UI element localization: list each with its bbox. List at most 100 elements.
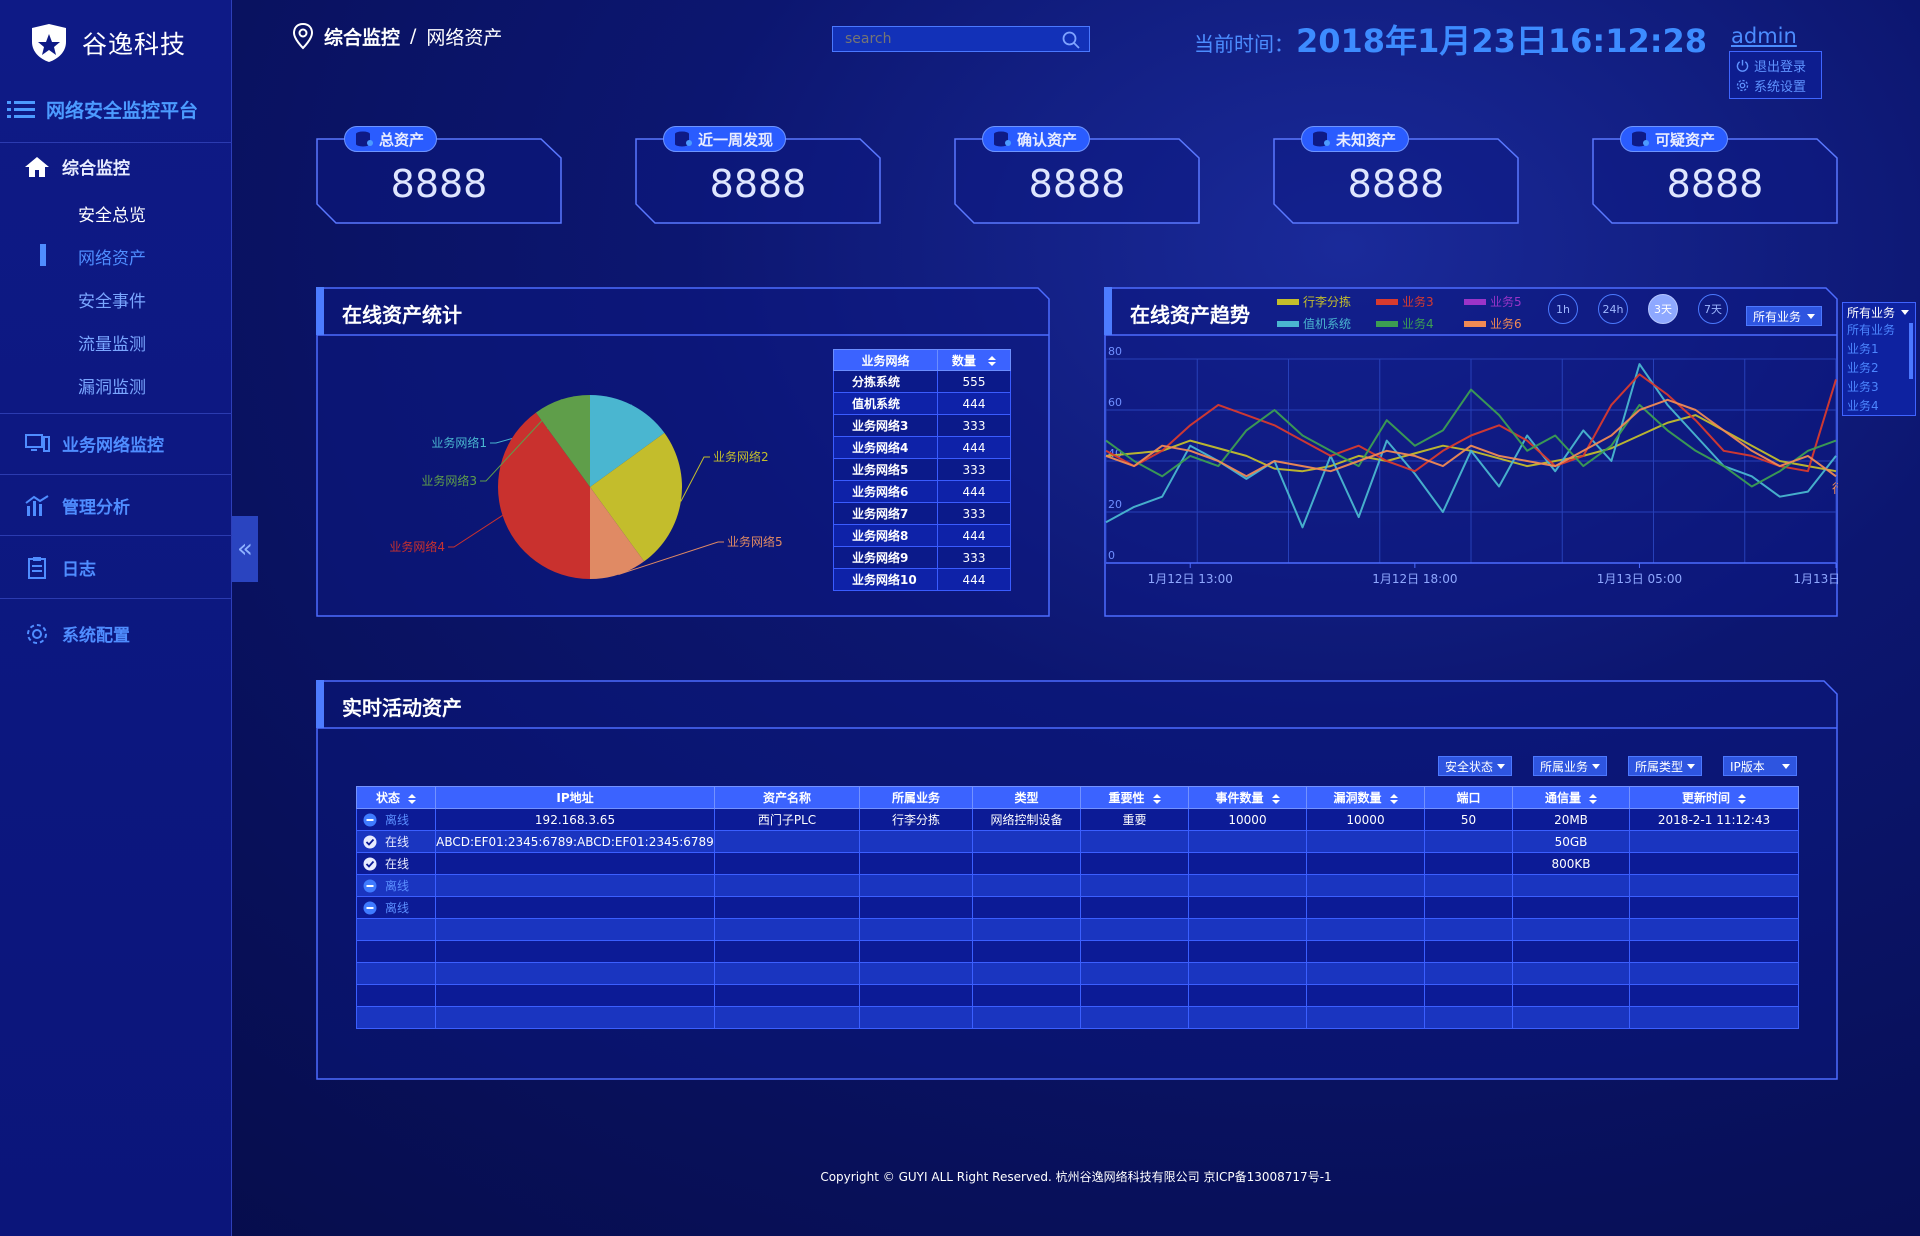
list-item[interactable]: 业务2 bbox=[1843, 359, 1915, 378]
sidebar-subitem-traffic-monitor[interactable]: 流量监测 bbox=[78, 330, 146, 355]
platform-title[interactable]: 网络安全监控平台 bbox=[6, 96, 198, 123]
column-header-count[interactable]: 数量 bbox=[937, 349, 1011, 371]
stat-card[interactable]: 确认资产 8888 bbox=[954, 126, 1200, 224]
column-header[interactable]: 所属业务 bbox=[859, 786, 973, 809]
cell-biz bbox=[859, 984, 973, 1007]
user-menu: 退出登录 系统设置 bbox=[1729, 51, 1822, 99]
list-header[interactable]: 所有业务 bbox=[1843, 303, 1915, 321]
table-row[interactable]: 业务网络8 444 bbox=[833, 524, 1011, 547]
table-row[interactable] bbox=[356, 962, 1799, 985]
sidebar-item-business-network[interactable]: 业务网络监控 bbox=[24, 431, 164, 456]
legend-item[interactable]: 业务3 bbox=[1376, 293, 1434, 310]
business-filter-dropdown[interactable]: 所有业务 bbox=[1746, 306, 1822, 326]
dropdown-label: 所属业务 bbox=[1540, 759, 1589, 774]
cell-events bbox=[1188, 940, 1307, 963]
table-row[interactable]: 离线 bbox=[356, 874, 1799, 897]
column-header[interactable]: 漏洞数量 bbox=[1306, 786, 1425, 809]
column-header[interactable]: 更新时间 bbox=[1629, 786, 1799, 809]
column-header[interactable]: 事件数量 bbox=[1188, 786, 1307, 809]
cell-updated bbox=[1629, 940, 1799, 963]
table-filter-dropdown[interactable]: IP版本 bbox=[1723, 756, 1797, 776]
table-row[interactable] bbox=[356, 918, 1799, 941]
cell-events bbox=[1188, 984, 1307, 1007]
sidebar-collapse-button[interactable]: « bbox=[232, 516, 258, 582]
table-row[interactable]: 业务网络5 333 bbox=[833, 458, 1011, 481]
sidebar-item-label: 综合监控 bbox=[62, 159, 130, 179]
stat-card[interactable]: 总资产 8888 bbox=[316, 126, 562, 224]
stat-card[interactable]: 近一周发现 8888 bbox=[635, 126, 881, 224]
column-header[interactable]: 资产名称 bbox=[714, 786, 860, 809]
table-row[interactable]: 离线 192.168.3.65 西门子PLC 行李分拣 网络控制设备 重要 10000 100… bbox=[356, 808, 1799, 831]
table-row[interactable] bbox=[356, 984, 1799, 1007]
cell-type bbox=[972, 852, 1081, 875]
legend-item[interactable]: 业务4 bbox=[1376, 315, 1434, 332]
table-row[interactable]: 业务网络7 333 bbox=[833, 502, 1011, 525]
column-header[interactable]: 重要性 bbox=[1080, 786, 1189, 809]
sidebar-item-system-config[interactable]: 系统配置 bbox=[24, 621, 130, 646]
stat-card[interactable]: 未知资产 8888 bbox=[1273, 126, 1519, 224]
legend-item[interactable]: 业务6 bbox=[1464, 315, 1522, 332]
table-row[interactable] bbox=[356, 1006, 1799, 1029]
table-row[interactable]: 业务网络9 333 bbox=[833, 546, 1011, 569]
column-header-network[interactable]: 业务网络 bbox=[833, 349, 938, 371]
legend-item[interactable]: 业务5 bbox=[1464, 293, 1522, 310]
sidebar-item-log[interactable]: 日志 bbox=[24, 555, 96, 580]
table-row[interactable]: 业务网络3 333 bbox=[833, 414, 1011, 437]
realtime-assets-table: 状态 IP地址 资产名称 所属业务 类型 重要性 事件数量 漏洞数量 端口 通信量 更新时间 离线 1… bbox=[356, 786, 1799, 1029]
stat-label: 未知资产 bbox=[1336, 130, 1397, 149]
user-name[interactable]: admin bbox=[1731, 24, 1797, 48]
column-header[interactable]: IP地址 bbox=[435, 786, 715, 809]
stat-badge: 总资产 bbox=[344, 126, 438, 152]
cell-updated: 2018-2-1 11:12:43 bbox=[1629, 808, 1799, 831]
table-row[interactable] bbox=[356, 940, 1799, 963]
table-row[interactable]: 业务网络4 444 bbox=[833, 436, 1011, 459]
sidebar-item-label: 业务网络监控 bbox=[62, 436, 164, 456]
search-icon[interactable] bbox=[1061, 30, 1081, 50]
time-range-button[interactable]: 24h bbox=[1598, 294, 1628, 324]
legend-item[interactable]: 行李分拣 bbox=[1277, 293, 1351, 310]
cell-port bbox=[1424, 918, 1513, 941]
sidebar-subitem-security-events[interactable]: 安全事件 bbox=[78, 287, 146, 312]
scrollbar[interactable] bbox=[1909, 323, 1913, 379]
status-cell: 在线 bbox=[356, 852, 436, 875]
table-row[interactable]: 业务网络6 444 bbox=[833, 480, 1011, 503]
table-row[interactable]: 业务网络10 444 bbox=[833, 568, 1011, 591]
table-filter-dropdown[interactable]: 所属类型 bbox=[1628, 756, 1702, 776]
column-header[interactable]: 类型 bbox=[972, 786, 1081, 809]
list-item[interactable]: 所有业务 bbox=[1843, 321, 1915, 340]
stat-card[interactable]: 可疑资产 8888 bbox=[1592, 126, 1838, 224]
column-header[interactable]: 通信量 bbox=[1512, 786, 1630, 809]
column-header[interactable]: 端口 bbox=[1424, 786, 1513, 809]
time-range-button[interactable]: 1h bbox=[1548, 294, 1578, 324]
logout-menu-item[interactable]: 退出登录 bbox=[1736, 55, 1815, 75]
panel-title: 在线资产统计 bbox=[342, 303, 462, 327]
list-item[interactable]: 业务4 bbox=[1843, 397, 1915, 416]
table-row[interactable]: 值机系统 444 bbox=[833, 392, 1011, 415]
table-filter-dropdown[interactable]: 安全状态 bbox=[1438, 756, 1512, 776]
breadcrumb-section[interactable]: 综合监控 bbox=[324, 23, 400, 50]
table-row[interactable]: 在线 800KB bbox=[356, 852, 1799, 875]
cell-events bbox=[1188, 874, 1307, 897]
list-item[interactable]: 业务1 bbox=[1843, 340, 1915, 359]
time-range-button[interactable]: 7天 bbox=[1698, 294, 1728, 324]
cell-name: 西门子PLC bbox=[714, 808, 860, 831]
sidebar-subitem-vuln-monitor[interactable]: 漏洞监测 bbox=[78, 373, 146, 398]
table-row[interactable]: 离线 bbox=[356, 896, 1799, 919]
sidebar-item-overview-monitor[interactable]: 综合监控 bbox=[24, 154, 130, 179]
legend-item[interactable]: 值机系统 bbox=[1277, 315, 1351, 332]
time-range-button[interactable]: 3天 bbox=[1648, 294, 1678, 324]
search-input[interactable] bbox=[845, 31, 1055, 47]
settings-menu-item[interactable]: 系统设置 bbox=[1736, 75, 1815, 95]
table-filter-dropdown[interactable]: 所属业务 bbox=[1533, 756, 1607, 776]
sidebar-subitem-security-overview[interactable]: 安全总览 bbox=[78, 201, 146, 226]
column-header[interactable]: 状态 bbox=[356, 786, 436, 809]
sidebar-subitem-network-assets[interactable]: 网络资产 bbox=[78, 244, 146, 269]
sidebar-item-management-analysis[interactable]: 管理分析 bbox=[24, 493, 130, 518]
cell-events bbox=[1188, 830, 1307, 853]
cell-port bbox=[1424, 962, 1513, 985]
list-item[interactable]: 业务3 bbox=[1843, 378, 1915, 397]
brand-logo[interactable]: 谷逸科技 bbox=[26, 22, 186, 64]
cell-ip bbox=[435, 852, 715, 875]
table-row[interactable]: 分拣系统 555 bbox=[833, 370, 1011, 393]
table-row[interactable]: 在线 ABCD:EF01:2345:6789:ABCD:EF01:2345:678… bbox=[356, 830, 1799, 853]
